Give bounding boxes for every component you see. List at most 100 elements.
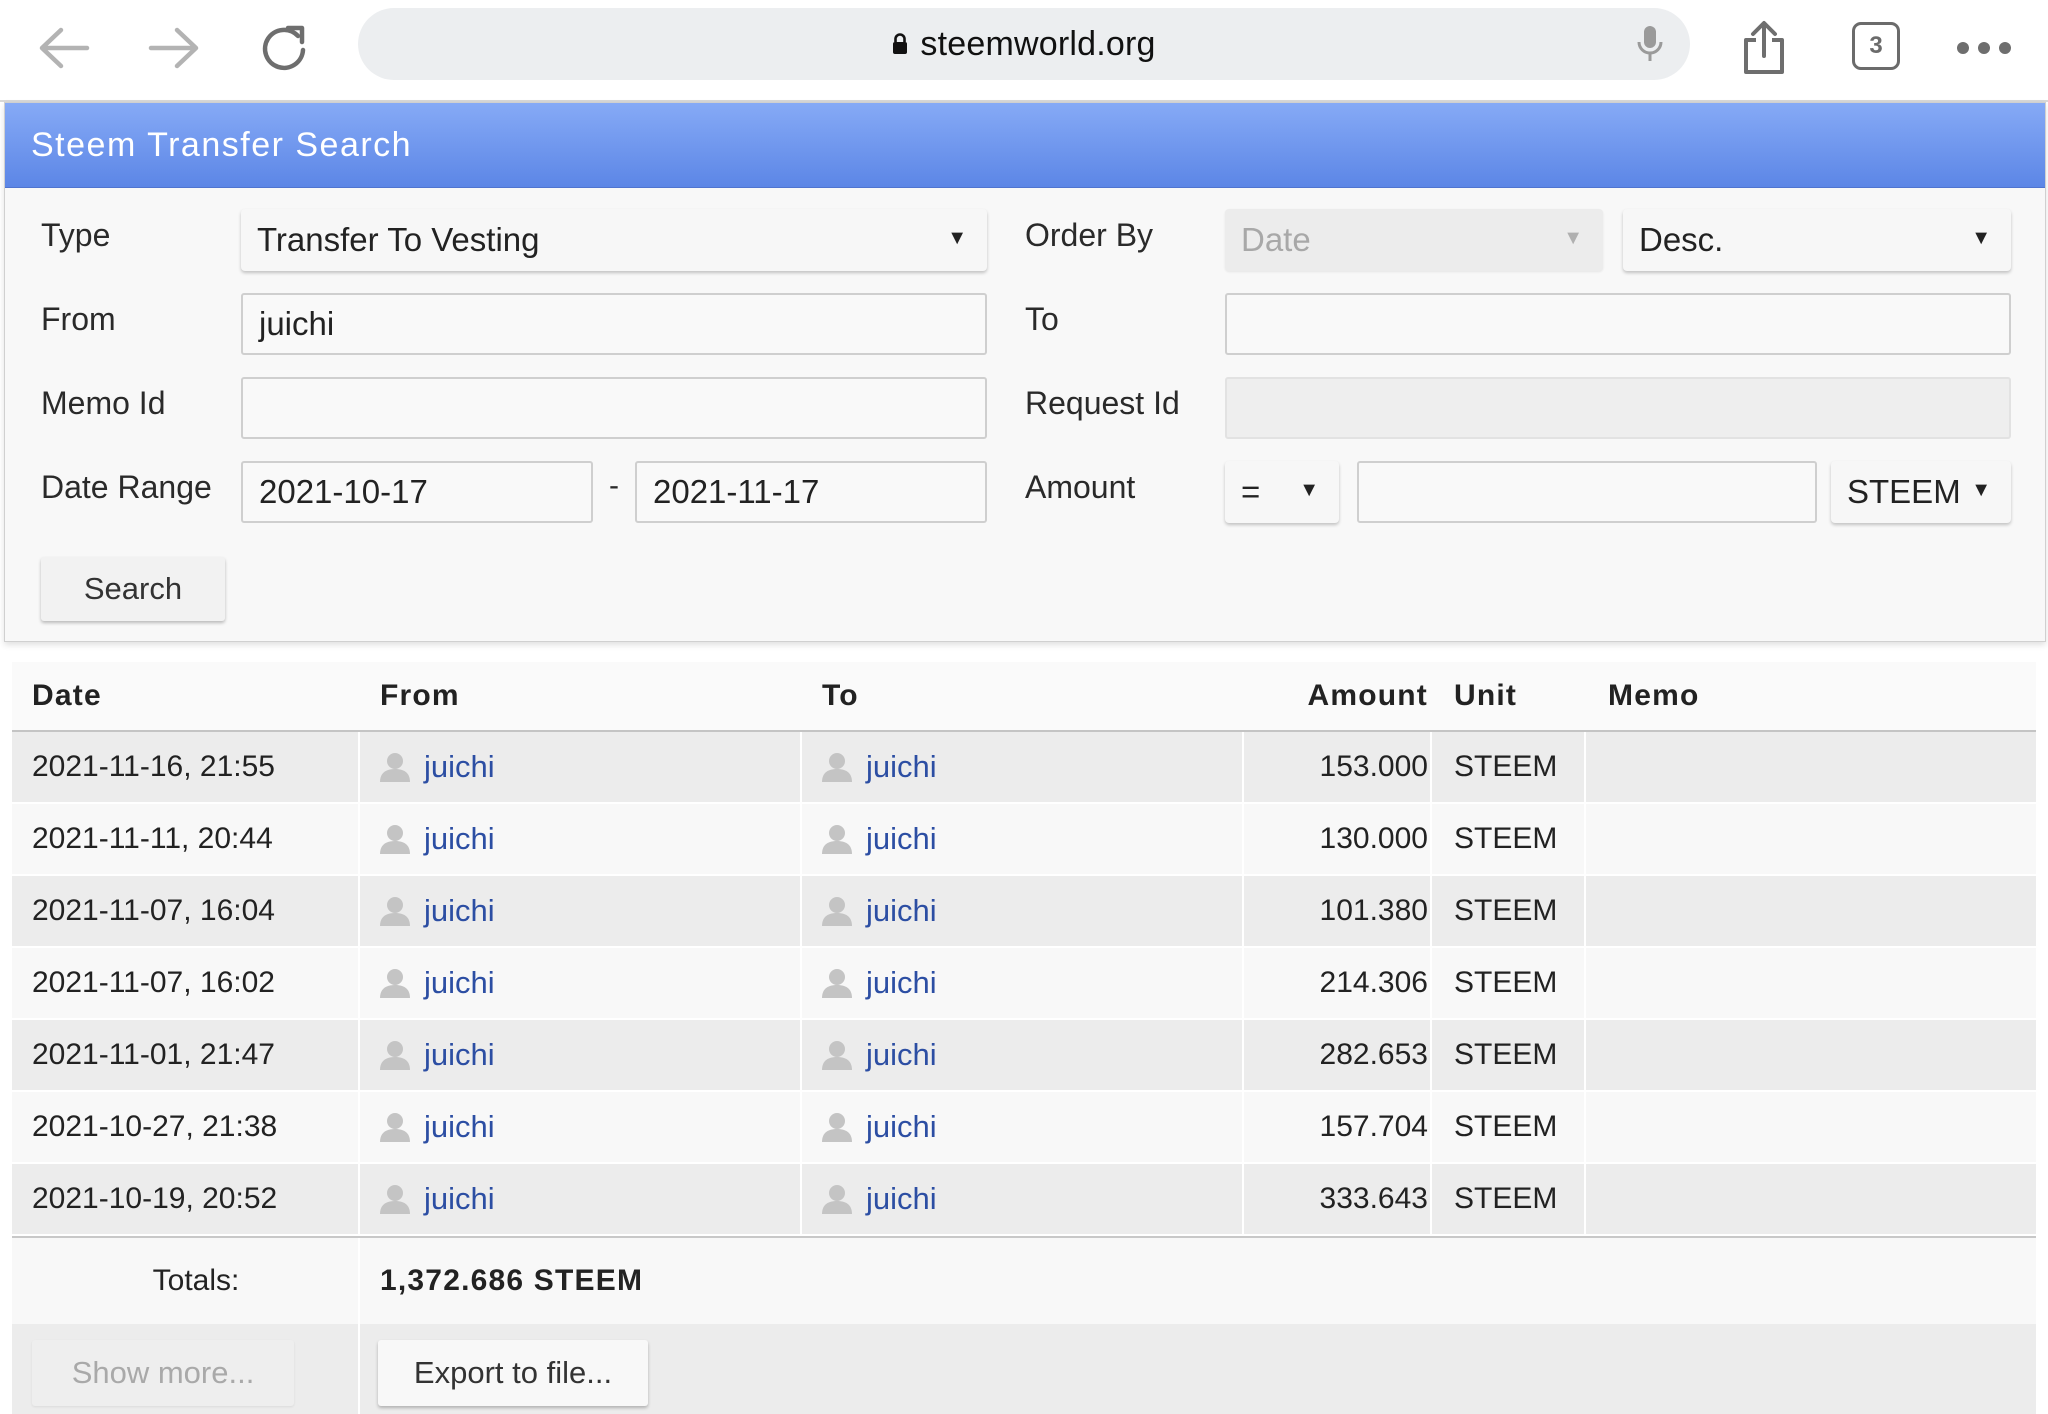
- from-user-link[interactable]: juichi: [424, 893, 495, 929]
- more-button[interactable]: [1954, 18, 2014, 78]
- table-header: Date From To Amount Unit Memo: [12, 662, 2036, 732]
- column-header-from[interactable]: From: [380, 662, 460, 730]
- row-from[interactable]: juichi: [378, 1164, 495, 1234]
- type-select[interactable]: Transfer To Vesting ▼: [241, 209, 987, 271]
- row-date: 2021-11-07, 16:04: [32, 894, 275, 927]
- show-more-label: Show more...: [71, 1355, 255, 1390]
- date-range-label: Date Range: [41, 469, 212, 505]
- column-divider: [1584, 948, 1586, 1018]
- column-divider: [800, 1092, 802, 1162]
- order-direction-select[interactable]: Desc. ▼: [1623, 209, 2011, 271]
- lock-icon: [892, 33, 908, 55]
- request-id-input[interactable]: [1225, 377, 2011, 439]
- date-start-value: 2021-10-17: [259, 473, 428, 510]
- row-from[interactable]: juichi: [378, 1092, 495, 1162]
- address-bar[interactable]: steemworld.org: [358, 8, 1690, 80]
- microphone-icon[interactable]: [1636, 24, 1664, 69]
- from-input[interactable]: juichi: [241, 293, 987, 355]
- amount-operator-value: =: [1241, 473, 1261, 510]
- column-header-to[interactable]: To: [822, 662, 859, 730]
- tab-count: 3: [1869, 32, 1883, 59]
- to-user-link[interactable]: juichi: [866, 965, 937, 1001]
- memo-id-input[interactable]: [241, 377, 987, 439]
- search-button[interactable]: Search: [41, 557, 225, 621]
- row-from[interactable]: juichi: [378, 876, 495, 946]
- chevron-down-icon: ▼: [1299, 479, 1319, 501]
- from-user-link[interactable]: juichi: [424, 1109, 495, 1145]
- order-by-label: Order By: [1025, 217, 1154, 253]
- column-divider: [1242, 876, 1244, 946]
- row-to[interactable]: juichi: [820, 876, 937, 946]
- memo-id-label: Memo Id: [41, 385, 166, 421]
- column-divider: [1242, 1164, 1244, 1234]
- search-button-label: Search: [83, 571, 183, 606]
- show-more-button[interactable]: Show more...: [32, 1340, 294, 1406]
- row-from[interactable]: juichi: [378, 948, 495, 1018]
- export-button[interactable]: Export to file...: [378, 1340, 648, 1406]
- row-to[interactable]: juichi: [820, 1164, 937, 1234]
- row-amount: 153.000: [1319, 750, 1428, 783]
- column-divider: [1242, 1092, 1244, 1162]
- to-input[interactable]: [1225, 293, 2011, 355]
- panel-title: Steem Transfer Search: [31, 125, 413, 164]
- to-user-link[interactable]: juichi: [866, 1109, 937, 1145]
- column-divider: [358, 1092, 360, 1162]
- row-to[interactable]: juichi: [820, 804, 937, 874]
- row-from[interactable]: juichi: [378, 1020, 495, 1090]
- back-button[interactable]: [34, 18, 94, 78]
- chevron-down-icon: ▼: [947, 227, 967, 249]
- arrow-left-icon: [39, 27, 90, 69]
- row-from[interactable]: juichi: [378, 732, 495, 802]
- column-header-memo[interactable]: Memo: [1608, 662, 1699, 730]
- user-icon: [378, 967, 412, 999]
- column-divider: [1584, 876, 1586, 946]
- user-icon: [378, 1183, 412, 1215]
- column-divider: [1430, 948, 1432, 1018]
- amount-input[interactable]: [1357, 461, 1817, 523]
- row-amount: 333.643: [1319, 1182, 1428, 1215]
- to-user-link[interactable]: juichi: [866, 821, 937, 857]
- amount-operator-select[interactable]: = ▼: [1225, 461, 1339, 523]
- row-from[interactable]: juichi: [378, 804, 495, 874]
- to-user-link[interactable]: juichi: [866, 749, 937, 785]
- row-to[interactable]: juichi: [820, 948, 937, 1018]
- from-label: From: [41, 301, 116, 337]
- amount-unit-select[interactable]: STEEM ▼: [1831, 461, 2011, 523]
- row-to[interactable]: juichi: [820, 732, 937, 802]
- column-divider: [358, 1238, 360, 1324]
- date-end-input[interactable]: 2021-11-17: [635, 461, 987, 523]
- from-user-link[interactable]: juichi: [424, 965, 495, 1001]
- column-divider: [1430, 1020, 1432, 1090]
- row-date: 2021-10-19, 20:52: [32, 1182, 278, 1215]
- order-by-select[interactable]: Date ▼: [1225, 209, 1603, 271]
- share-button[interactable]: [1734, 18, 1794, 78]
- column-header-unit[interactable]: Unit: [1454, 662, 1517, 730]
- order-by-value: Date: [1241, 221, 1311, 258]
- order-direction-value: Desc.: [1639, 221, 1724, 258]
- table-footer: Show more... Export to file...: [12, 1324, 2036, 1414]
- to-user-link[interactable]: juichi: [866, 1037, 937, 1073]
- to-user-link[interactable]: juichi: [866, 1181, 937, 1217]
- from-user-link[interactable]: juichi: [424, 1037, 495, 1073]
- table-row: 2021-11-07, 16:02 juichi juichi 214.306 STEE…: [12, 948, 2036, 1020]
- column-divider: [1430, 1164, 1432, 1234]
- row-to[interactable]: juichi: [820, 1092, 937, 1162]
- column-divider: [800, 804, 802, 874]
- column-divider: [1584, 1020, 1586, 1090]
- column-header-amount[interactable]: Amount: [1252, 662, 1428, 730]
- from-user-link[interactable]: juichi: [424, 1181, 495, 1217]
- column-header-date[interactable]: Date: [32, 662, 102, 730]
- user-icon: [378, 751, 412, 783]
- forward-button[interactable]: [144, 18, 204, 78]
- row-to[interactable]: juichi: [820, 1020, 937, 1090]
- tabs-button[interactable]: 3: [1852, 22, 1900, 70]
- column-divider: [800, 732, 802, 802]
- from-user-link[interactable]: juichi: [424, 749, 495, 785]
- from-user-link[interactable]: juichi: [424, 821, 495, 857]
- from-value: juichi: [259, 305, 335, 342]
- user-icon: [820, 751, 854, 783]
- chevron-down-icon: ▼: [1971, 479, 1991, 501]
- reload-button[interactable]: [254, 18, 314, 78]
- to-user-link[interactable]: juichi: [866, 893, 937, 929]
- date-start-input[interactable]: 2021-10-17: [241, 461, 593, 523]
